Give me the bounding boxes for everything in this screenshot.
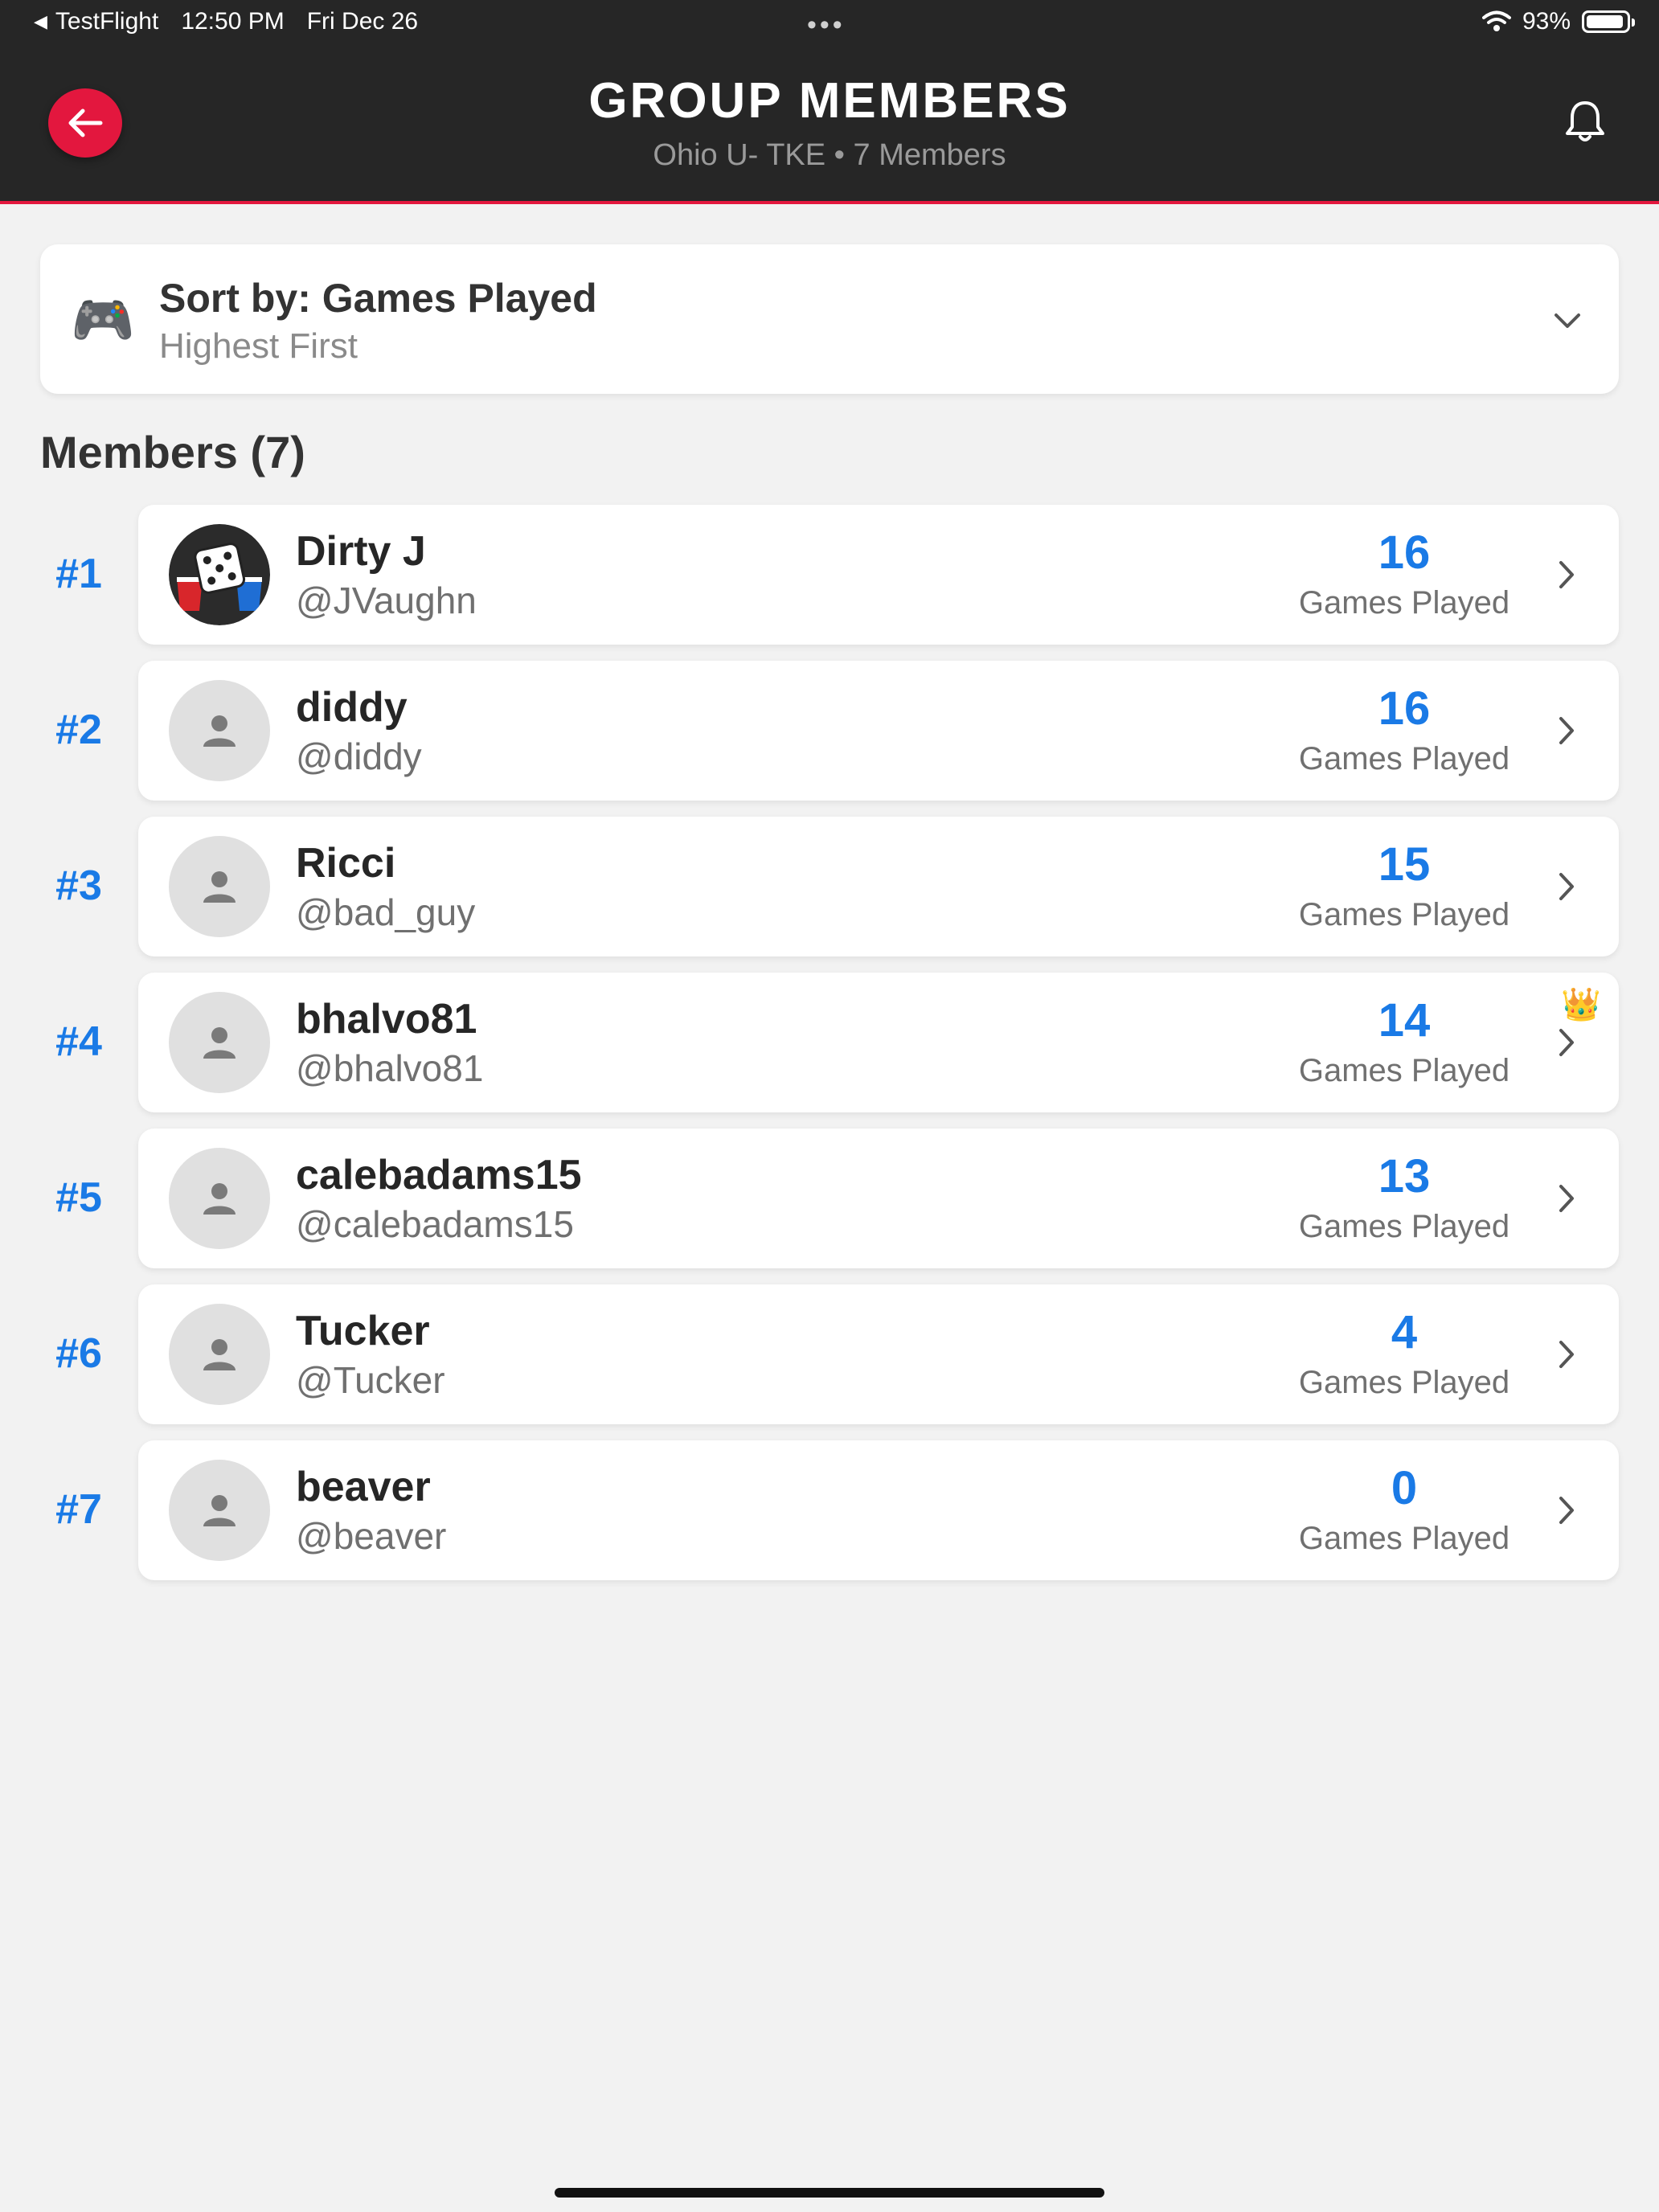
member-rank: #4 bbox=[55, 1018, 102, 1065]
games-played-count: 15 bbox=[1378, 838, 1431, 891]
crown-icon: 👑 bbox=[1561, 987, 1601, 1022]
games-played-count: 14 bbox=[1378, 994, 1431, 1047]
members-heading: Members (7) bbox=[40, 427, 305, 477]
games-played-label: Games Played bbox=[1298, 1209, 1510, 1244]
status-date: Fri Dec 26 bbox=[306, 8, 419, 35]
member-handle: @beaver bbox=[296, 1515, 447, 1557]
member-rank: #7 bbox=[55, 1486, 102, 1533]
member-rank: #6 bbox=[55, 1330, 102, 1377]
avatar[interactable] bbox=[169, 524, 270, 625]
sort-dropdown[interactable]: 🎮 Sort by: Games Played Highest First bbox=[40, 244, 1619, 394]
member-name: calebadams15 bbox=[296, 1152, 582, 1198]
person-icon bbox=[203, 1183, 236, 1215]
member-rank: #3 bbox=[55, 862, 102, 909]
member-handle: @Tucker bbox=[296, 1359, 445, 1401]
avatar[interactable] bbox=[169, 992, 270, 1093]
person-icon bbox=[203, 1027, 236, 1059]
status-bar: ◀ TestFlight 12:50 PM Fri Dec 26 ••• 93% bbox=[0, 0, 1659, 45]
games-played-count: 0 bbox=[1391, 1462, 1418, 1514]
status-left: ◀ TestFlight 12:50 PM Fri Dec 26 bbox=[34, 8, 418, 35]
chevron-right-icon bbox=[1559, 717, 1574, 744]
member-handle: @bhalvo81 bbox=[296, 1047, 484, 1089]
header: ◀ TestFlight 12:50 PM Fri Dec 26 ••• 93%… bbox=[0, 0, 1659, 204]
member-name: diddy bbox=[296, 684, 408, 731]
chevron-right-icon bbox=[1559, 1497, 1574, 1524]
member-name: Ricci bbox=[296, 840, 396, 887]
game-controller-icon: 🎮 bbox=[71, 291, 135, 349]
sort-title: Sort by: Games Played bbox=[159, 276, 597, 321]
person-icon bbox=[203, 1495, 236, 1526]
member-name: bhalvo81 bbox=[296, 996, 477, 1043]
member-handle: @diddy bbox=[296, 735, 422, 777]
avatar[interactable] bbox=[169, 836, 270, 937]
games-played-count: 13 bbox=[1378, 1150, 1431, 1202]
games-played-label: Games Played bbox=[1298, 897, 1510, 932]
multitasking-dots[interactable]: ••• bbox=[807, 10, 846, 41]
games-played-label: Games Played bbox=[1298, 1053, 1510, 1088]
chevron-right-icon bbox=[1559, 873, 1574, 900]
member-rank: #2 bbox=[55, 707, 102, 753]
sort-order: Highest First bbox=[159, 326, 358, 366]
member-row[interactable]: bhalvo81 @bhalvo81 14 Games Played 👑 bbox=[138, 973, 1619, 1112]
battery-percent: 93% bbox=[1522, 8, 1571, 35]
bell-icon[interactable] bbox=[1563, 98, 1608, 146]
member-handle: @JVaughn bbox=[296, 580, 477, 621]
back-to-app-icon[interactable]: ◀ bbox=[34, 11, 47, 32]
games-played-count: 16 bbox=[1378, 526, 1431, 579]
home-indicator[interactable] bbox=[555, 2188, 1104, 2198]
status-time: 12:50 PM bbox=[181, 8, 285, 35]
member-row[interactable]: Ricci @bad_guy 15 Games Played bbox=[138, 817, 1619, 956]
member-handle: @bad_guy bbox=[296, 891, 476, 933]
status-right: 93% bbox=[1481, 8, 1635, 35]
person-icon bbox=[203, 1339, 236, 1370]
page-subtitle: Ohio U- TKE • 7 Members bbox=[653, 138, 1006, 172]
battery-fill bbox=[1587, 15, 1623, 28]
avatar[interactable] bbox=[169, 1460, 270, 1561]
person-icon bbox=[203, 715, 236, 747]
wifi-icon bbox=[1481, 10, 1511, 31]
games-played-label: Games Played bbox=[1298, 1521, 1510, 1556]
dice-cups-avatar-icon bbox=[169, 524, 270, 625]
chevron-down-icon bbox=[1555, 313, 1580, 328]
member-rank: #1 bbox=[55, 551, 102, 597]
member-row[interactable]: diddy @diddy 16 Games Played bbox=[138, 661, 1619, 801]
page-title: GROUP MEMBERS bbox=[588, 73, 1071, 129]
games-played-count: 16 bbox=[1378, 682, 1431, 735]
battery-icon bbox=[1582, 10, 1635, 33]
member-row[interactable]: beaver @beaver 0 Games Played bbox=[138, 1440, 1619, 1580]
games-played-label: Games Played bbox=[1298, 741, 1510, 776]
member-row[interactable]: Dirty J @JVaughn 16 Games Played bbox=[138, 505, 1619, 645]
member-name: beaver bbox=[296, 1464, 431, 1510]
person-icon bbox=[203, 871, 236, 903]
member-row[interactable]: Tucker @Tucker 4 Games Played bbox=[138, 1284, 1619, 1424]
member-handle: @calebadams15 bbox=[296, 1203, 574, 1245]
chevron-right-icon bbox=[1559, 1029, 1574, 1056]
member-row[interactable]: calebadams15 @calebadams15 13 Games Played bbox=[138, 1129, 1619, 1268]
avatar[interactable] bbox=[169, 680, 270, 781]
games-played-label: Games Played bbox=[1298, 1365, 1510, 1400]
member-name: Dirty J bbox=[296, 528, 426, 575]
chevron-right-icon bbox=[1559, 561, 1574, 588]
chevron-right-icon bbox=[1559, 1341, 1574, 1368]
avatar[interactable] bbox=[169, 1304, 270, 1405]
member-rank: #5 bbox=[55, 1174, 102, 1221]
status-app-name[interactable]: TestFlight bbox=[55, 8, 158, 35]
chevron-right-icon bbox=[1559, 1185, 1574, 1212]
games-played-count: 4 bbox=[1391, 1306, 1418, 1358]
avatar[interactable] bbox=[169, 1148, 270, 1249]
member-name: Tucker bbox=[296, 1308, 430, 1354]
games-played-label: Games Played bbox=[1298, 585, 1510, 621]
